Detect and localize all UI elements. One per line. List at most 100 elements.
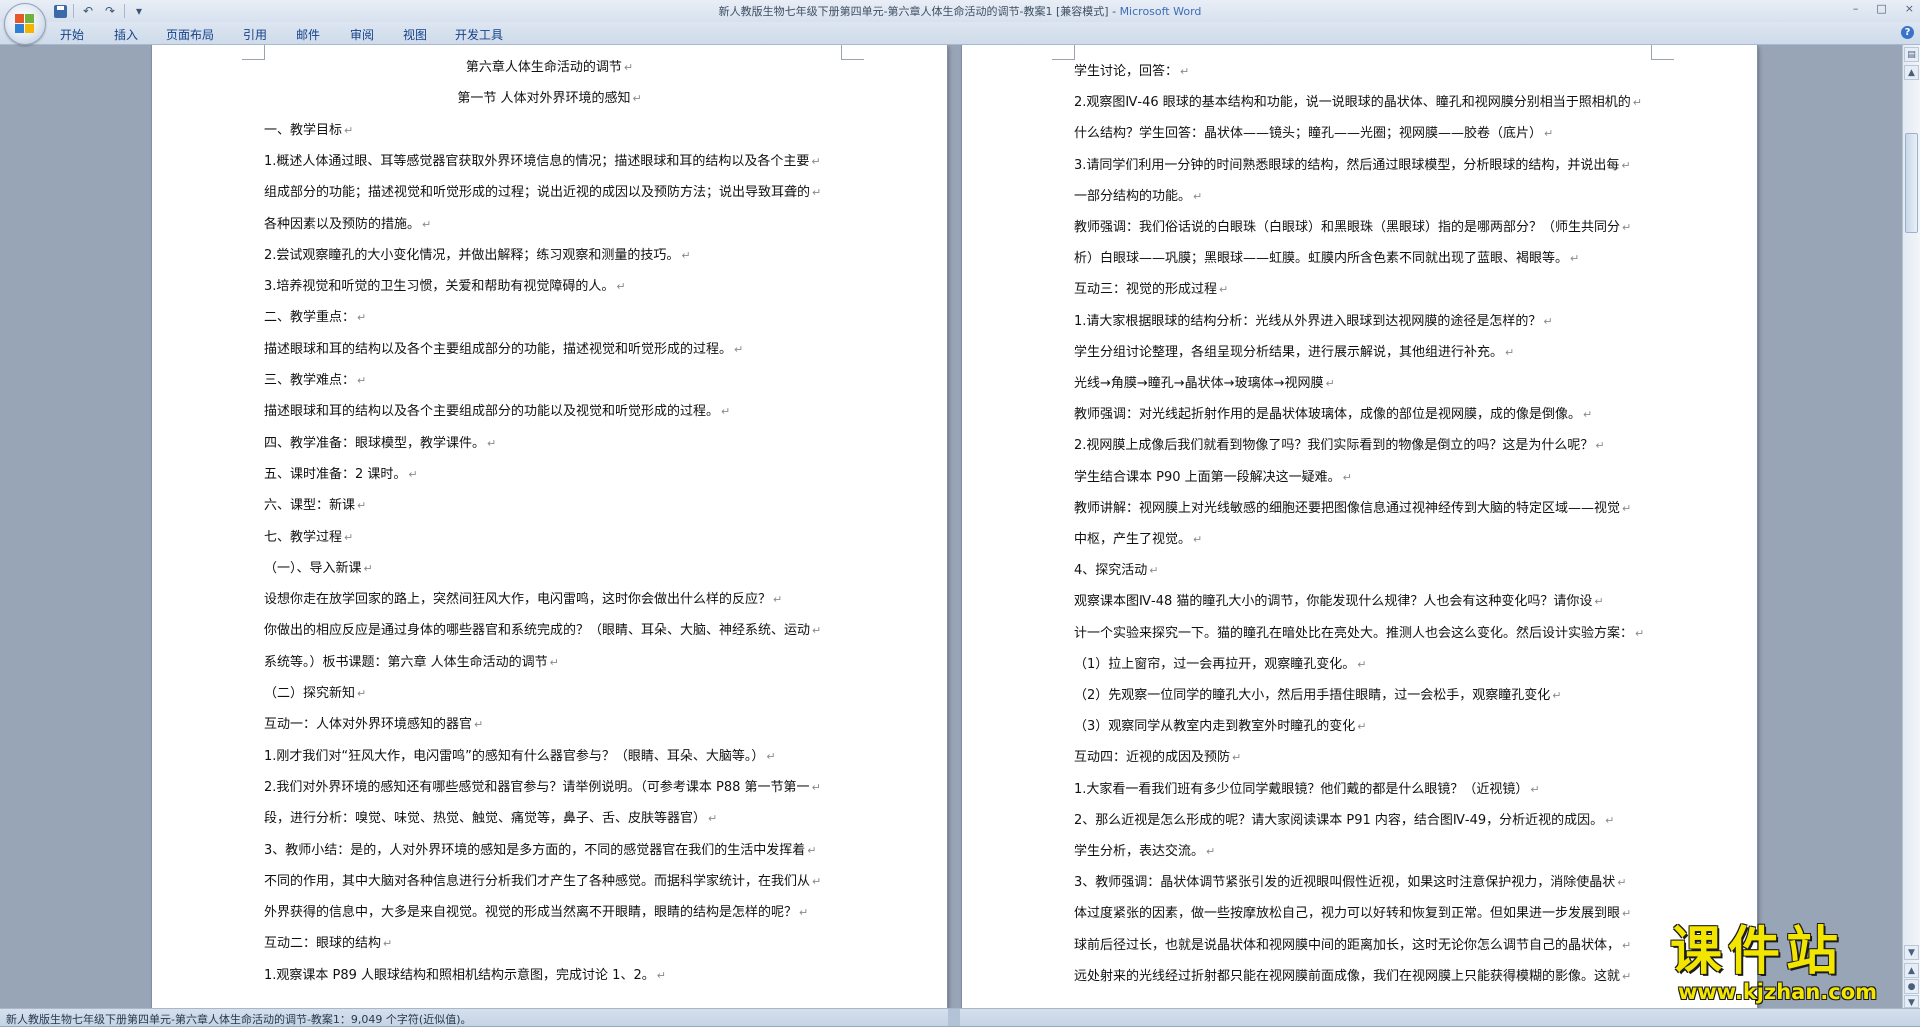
tab-view[interactable]: 视图: [403, 26, 427, 43]
paragraph-mark-icon: ↵: [812, 186, 822, 200]
document-line: 球前后径过长，也就是说晶状体和视网膜中间的距离加长，这时无论你怎么调节自己的晶状…: [1074, 938, 1631, 954]
scrollbar-thumb[interactable]: [1905, 133, 1918, 233]
document-line: 二、教学重点： ↵: [264, 310, 366, 326]
maximize-button[interactable]: □: [1876, 2, 1886, 15]
crop-mark: [1651, 45, 1674, 60]
tab-home[interactable]: 开始: [60, 26, 84, 43]
document-line-text: 描述眼球和耳的结构以及各个主要组成部分的功能，描述视觉和听觉形成的过程。: [264, 341, 733, 357]
document-line: 描述眼球和耳的结构以及各个主要组成部分的功能以及视觉和听觉形成的过程。 ↵: [264, 404, 730, 420]
close-button[interactable]: ×: [1905, 2, 1914, 15]
document-line-text: 一部分结构的功能。: [1074, 188, 1192, 204]
paragraph-mark-icon: ↵: [799, 906, 809, 920]
document-line: 段，进行分析：嗅觉、味觉、热觉、触觉、痛觉等，鼻子、舌、皮肤等器官） ↵: [264, 811, 717, 827]
document-line: 计一个实验来探究一下。猫的瞳孔在暗处比在亮处大。推测人也会这么变化。然后设计实验…: [1074, 626, 1644, 642]
document-line-text: 一、教学目标: [264, 122, 343, 138]
document-line-text: 1.概述人体通过眼、耳等感觉器官获取外界环境信息的情况；描述眼球和耳的结构以及各…: [264, 153, 810, 169]
document-line-text: 学生讨论，回答：: [1074, 64, 1179, 79]
document-area[interactable]: 第六章人体生命活动的调节 ↵ 第一节 人体对外界环境的感知 ↵ 一、教学目标 ↵ 1.概述人…: [0, 45, 1902, 1008]
document-line: 1.请大家根据眼球的结构分析：光线从外界进入眼球到达视网膜的途径是怎样的？ ↵: [1074, 314, 1553, 330]
document-line-text: 教师强调：我们俗话说的白眼珠（白眼球）和黑眼珠（黑眼球）指的是哪两部分？（师生共…: [1074, 220, 1621, 235]
paragraph-mark-icon: ↵: [681, 248, 691, 262]
paragraph-mark-icon: ↵: [422, 217, 432, 231]
ruler-toggle-icon[interactable]: ▤: [1904, 47, 1919, 62]
title-bar: ↶ ↷ ▾ 新人教版生物七年级下册第四单元-第六章人体生命活动的调节-教案1 […: [0, 0, 1920, 23]
document-page-left[interactable]: 第六章人体生命活动的调节 ↵ 第一节 人体对外界环境的感知 ↵ 一、教学目标 ↵ 1.概述人…: [152, 45, 947, 1008]
document-line-text: 外界获得的信息中，大多是来自视觉。视觉的形成当然离不开眼睛，眼睛的结构是怎样的呢…: [264, 905, 798, 921]
paragraph-mark-icon: ↵: [1594, 595, 1604, 609]
paragraph-mark-icon: ↵: [708, 812, 718, 826]
document-line-text: 2.观察图Ⅳ-46 眼球的基本结构和功能，说一说眼球的晶状体、瞳孔和视网膜分别相…: [1074, 95, 1631, 111]
minimize-button[interactable]: –: [1853, 2, 1859, 15]
document-line-text: （2）先观察一位同学的瞳孔大小，然后用手捂住眼睛，过一会松手，观察瞳孔变化: [1074, 688, 1551, 703]
document-line: 七、教学过程 ↵: [264, 530, 353, 546]
scroll-up-icon[interactable]: ▲: [1904, 65, 1919, 80]
pane-splitter[interactable]: [948, 1009, 960, 1026]
scroll-down-icon[interactable]: ▼: [1904, 945, 1919, 960]
paragraph-mark-icon: ↵: [632, 92, 642, 106]
watermark-logo: 课件站 www.kjzhan.com: [1664, 922, 1896, 1010]
document-line: 外界获得的信息中，大多是来自视觉。视觉的形成当然离不开眼睛，眼睛的结构是怎样的呢…: [264, 905, 808, 921]
ribbon-tabs: 开始 插入 页面布局 引用 邮件 审阅 视图 开发工具 ?: [0, 22, 1920, 45]
document-line-text: （1）拉上窗帘，过一会再拉开，观察瞳孔变化。: [1074, 656, 1356, 672]
paragraph-mark-icon: ↵: [807, 843, 817, 857]
window-title: 新人教版生物七年级下册第四单元-第六章人体生命活动的调节-教案1 [兼容模式] …: [0, 3, 1920, 19]
document-line: 学生分析，表达交流。 ↵: [1074, 844, 1215, 860]
tab-page-layout[interactable]: 页面布局: [166, 26, 214, 43]
paragraph-mark-icon: ↵: [1232, 751, 1242, 765]
document-line: 一、教学目标 ↵: [264, 123, 353, 139]
help-icon[interactable]: ?: [1901, 26, 1914, 39]
document-page-right[interactable]: 学生讨论，回答： ↵ 2.观察图Ⅳ-46 眼球的基本结构和功能，说一说眼球的晶状体、…: [962, 45, 1757, 1008]
tab-references[interactable]: 引用: [243, 26, 267, 43]
document-line: 3、教师强调：晶状体调节紧张引发的近视眼叫假性近视，如果这时注意保护视力，消除使…: [1074, 875, 1627, 891]
paragraph-mark-icon: ↵: [344, 530, 354, 544]
paragraph-mark-icon: ↵: [1505, 345, 1515, 359]
paragraph-mark-icon: ↵: [383, 937, 393, 951]
previous-page-icon[interactable]: ▲: [1904, 963, 1919, 978]
status-bar: 新人教版生物七年级下册第四单元-第六章人体生命活动的调节-教案1：9,049 个…: [0, 1008, 1920, 1026]
document-line-text: 四、教学准备：眼球模型，教学课件。: [264, 435, 486, 451]
paragraph-mark-icon: ↵: [357, 499, 367, 513]
document-line-text: 4、探究活动: [1074, 563, 1148, 579]
document-line-text: 第一节 人体对外界环境的感知: [457, 91, 631, 107]
document-line: （2）先观察一位同学的瞳孔大小，然后用手捂住眼睛，过一会松手，观察瞳孔变化 ↵: [1074, 688, 1562, 704]
paragraph-mark-icon: ↵: [474, 718, 484, 732]
document-line: 1.概述人体通过眼、耳等感觉器官获取外界环境信息的情况；描述眼球和耳的结构以及各…: [264, 154, 821, 170]
tab-mailings[interactable]: 邮件: [296, 26, 320, 43]
paragraph-mark-icon: ↵: [1180, 65, 1190, 78]
paragraph-mark-icon: ↵: [363, 561, 373, 575]
paragraph-mark-icon: ↵: [766, 749, 776, 763]
crop-mark: [1052, 45, 1075, 60]
document-line: 什么结构？学生回答：晶状体——镜头；瞳孔——光圈；视网膜——胶卷（底片） ↵: [1074, 126, 1553, 142]
document-title: 新人教版生物七年级下册第四单元-第六章人体生命活动的调节-教案1 [兼容模式] …: [718, 5, 1120, 18]
document-line-text: 七、教学过程: [264, 529, 343, 545]
watermark-text: 课件站: [1670, 922, 1845, 982]
document-line: 教师强调：我们俗话说的白眼珠（白眼球）和黑眼珠（黑眼球）指的是哪两部分？（师生共…: [1074, 220, 1631, 236]
paragraph-mark-icon: ↵: [357, 311, 367, 325]
document-line-text: 中枢，产生了视觉。: [1074, 532, 1192, 547]
document-line: （3）观察同学从教室内走到教室外时瞳孔的变化 ↵: [1074, 719, 1367, 735]
paragraph-mark-icon: ↵: [1570, 252, 1580, 266]
document-line-text: （一）、导入新课: [264, 560, 362, 576]
office-button[interactable]: [4, 3, 46, 45]
tab-developer[interactable]: 开发工具: [455, 26, 503, 43]
document-line: 3.培养视觉和听觉的卫生习惯，关爱和帮助有视觉障碍的人。 ↵: [264, 279, 626, 295]
document-line: 1.刚才我们对“狂风大作，电闪雷鸣”的感知有什么器官参与？（眼睛、耳朵、大脑等。…: [264, 749, 776, 765]
paragraph-mark-icon: ↵: [1544, 127, 1554, 141]
vertical-scrollbar[interactable]: ▤ ▲ ▼ ▲ ● ▼: [1902, 45, 1920, 1008]
document-line: 互动二：眼球的结构 ↵: [264, 936, 392, 952]
next-page-icon[interactable]: ▼: [1904, 995, 1919, 1008]
document-line-text: 互动二：眼球的结构: [264, 936, 382, 952]
paragraph-mark-icon: ↵: [616, 280, 626, 294]
watermark-url: www.kjzhan.com: [1678, 980, 1878, 1004]
document-line-text: 教师强调：对光线起折射作用的是晶状体玻璃体，成像的部位是视网膜，成的像是倒像。: [1074, 407, 1582, 423]
paragraph-mark-icon: ↵: [1325, 377, 1335, 390]
document-line: 系统等。）板书课题：第六章 人体生命活动的调节 ↵: [264, 655, 559, 671]
document-line-text: 1.大家看一看我们班有多少位同学戴眼镜？他们戴的都是什么眼镜？（近视镜）: [1074, 781, 1529, 797]
browse-object-icon[interactable]: ●: [1904, 979, 1919, 994]
document-line: 设想你走在放学回家的路上，突然间狂风大作，电闪雷鸣，这时你会做出什么样的反应？ ↵: [264, 592, 782, 608]
crop-mark: [841, 45, 864, 60]
tab-review[interactable]: 审阅: [350, 26, 374, 43]
tab-insert[interactable]: 插入: [114, 26, 138, 43]
document-line-text: （3）观察同学从教室内走到教室外时瞳孔的变化: [1074, 719, 1356, 735]
document-line: 2.尝试观察瞳孔的大小变化情况，并做出解释；练习观察和测量的技巧。 ↵: [264, 248, 691, 264]
